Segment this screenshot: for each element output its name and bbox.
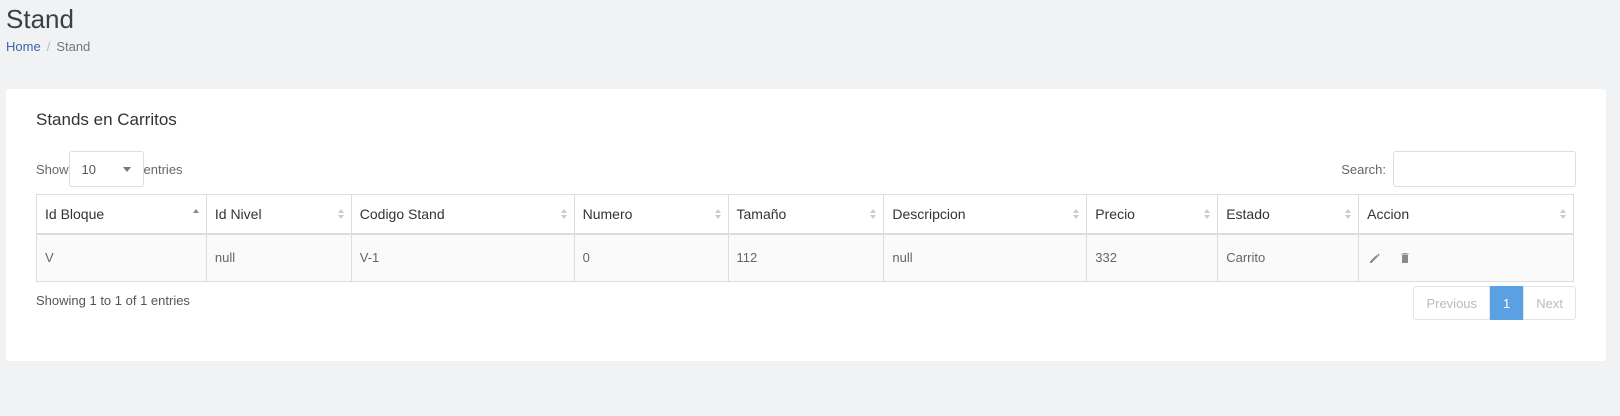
length-prefix: Show	[36, 161, 69, 177]
breadcrumb-home-link[interactable]: Home	[6, 39, 41, 54]
search-control: Search:	[1341, 151, 1576, 187]
column-header[interactable]: Estado	[1217, 194, 1360, 235]
column-header[interactable]: Id Nivel	[205, 194, 352, 235]
pencil-icon[interactable]	[1367, 250, 1383, 266]
table-row: V null V-1 0 112 null 332 Carrito	[36, 233, 1574, 282]
table-info: Showing 1 to 1 of 1 entries	[36, 293, 190, 308]
sort-icon	[560, 208, 567, 219]
sort-icon	[1345, 208, 1352, 219]
table-cell: Carrito	[1217, 233, 1360, 282]
column-header[interactable]: Descripcion	[883, 194, 1088, 235]
sort-asc-icon	[192, 208, 199, 219]
column-header[interactable]: Numero	[573, 194, 729, 235]
sort-icon	[1560, 208, 1566, 219]
breadcrumb: Home / Stand	[6, 39, 90, 54]
column-header[interactable]: Precio	[1086, 194, 1219, 235]
entries-select[interactable]: 10	[68, 151, 144, 187]
entries-length-control: Show 10 entries	[36, 151, 183, 187]
previous-button[interactable]: Previous	[1413, 286, 1491, 320]
entries-select-value: 10	[81, 161, 96, 177]
column-header[interactable]: Codigo Stand	[350, 194, 575, 235]
column-header[interactable]: Id Bloque	[36, 194, 207, 235]
card-title: Stands en Carritos	[36, 110, 177, 129]
table-cell: null	[205, 233, 352, 282]
search-label: Search:	[1341, 161, 1386, 177]
column-header[interactable]: Accion	[1358, 194, 1574, 235]
sort-icon	[714, 208, 721, 219]
table-cell: V-1	[350, 233, 575, 282]
stands-table: Id Bloque Id Nivel Codigo Stand Numero T…	[36, 194, 1574, 282]
table-cell: 112	[727, 233, 885, 282]
length-suffix: entries	[143, 161, 183, 177]
stands-card: Stands en Carritos Show 10 entries Searc…	[6, 89, 1606, 361]
table-cell: V	[36, 233, 207, 282]
page-title: Stand	[6, 4, 74, 34]
breadcrumb-current: Stand	[56, 39, 91, 54]
breadcrumb-separator: /	[46, 39, 51, 54]
next-button[interactable]: Next	[1523, 286, 1576, 320]
chevron-down-icon	[122, 166, 131, 172]
column-header[interactable]: Tamaño	[727, 194, 885, 235]
sort-icon	[337, 208, 344, 219]
sort-icon	[1073, 208, 1080, 219]
page-button[interactable]: 1	[1490, 286, 1524, 320]
table-cell: 0	[573, 233, 729, 282]
trash-icon[interactable]	[1397, 250, 1413, 266]
sort-icon	[1204, 208, 1211, 219]
table-cell: 332	[1086, 233, 1219, 282]
table-cell: null	[883, 233, 1088, 282]
sort-icon	[870, 208, 877, 219]
search-input[interactable]	[1393, 151, 1576, 187]
action-cell	[1358, 233, 1574, 282]
pagination: Previous 1 Next	[1413, 286, 1576, 320]
table-header-row: Id Bloque Id Nivel Codigo Stand Numero T…	[36, 194, 1574, 235]
